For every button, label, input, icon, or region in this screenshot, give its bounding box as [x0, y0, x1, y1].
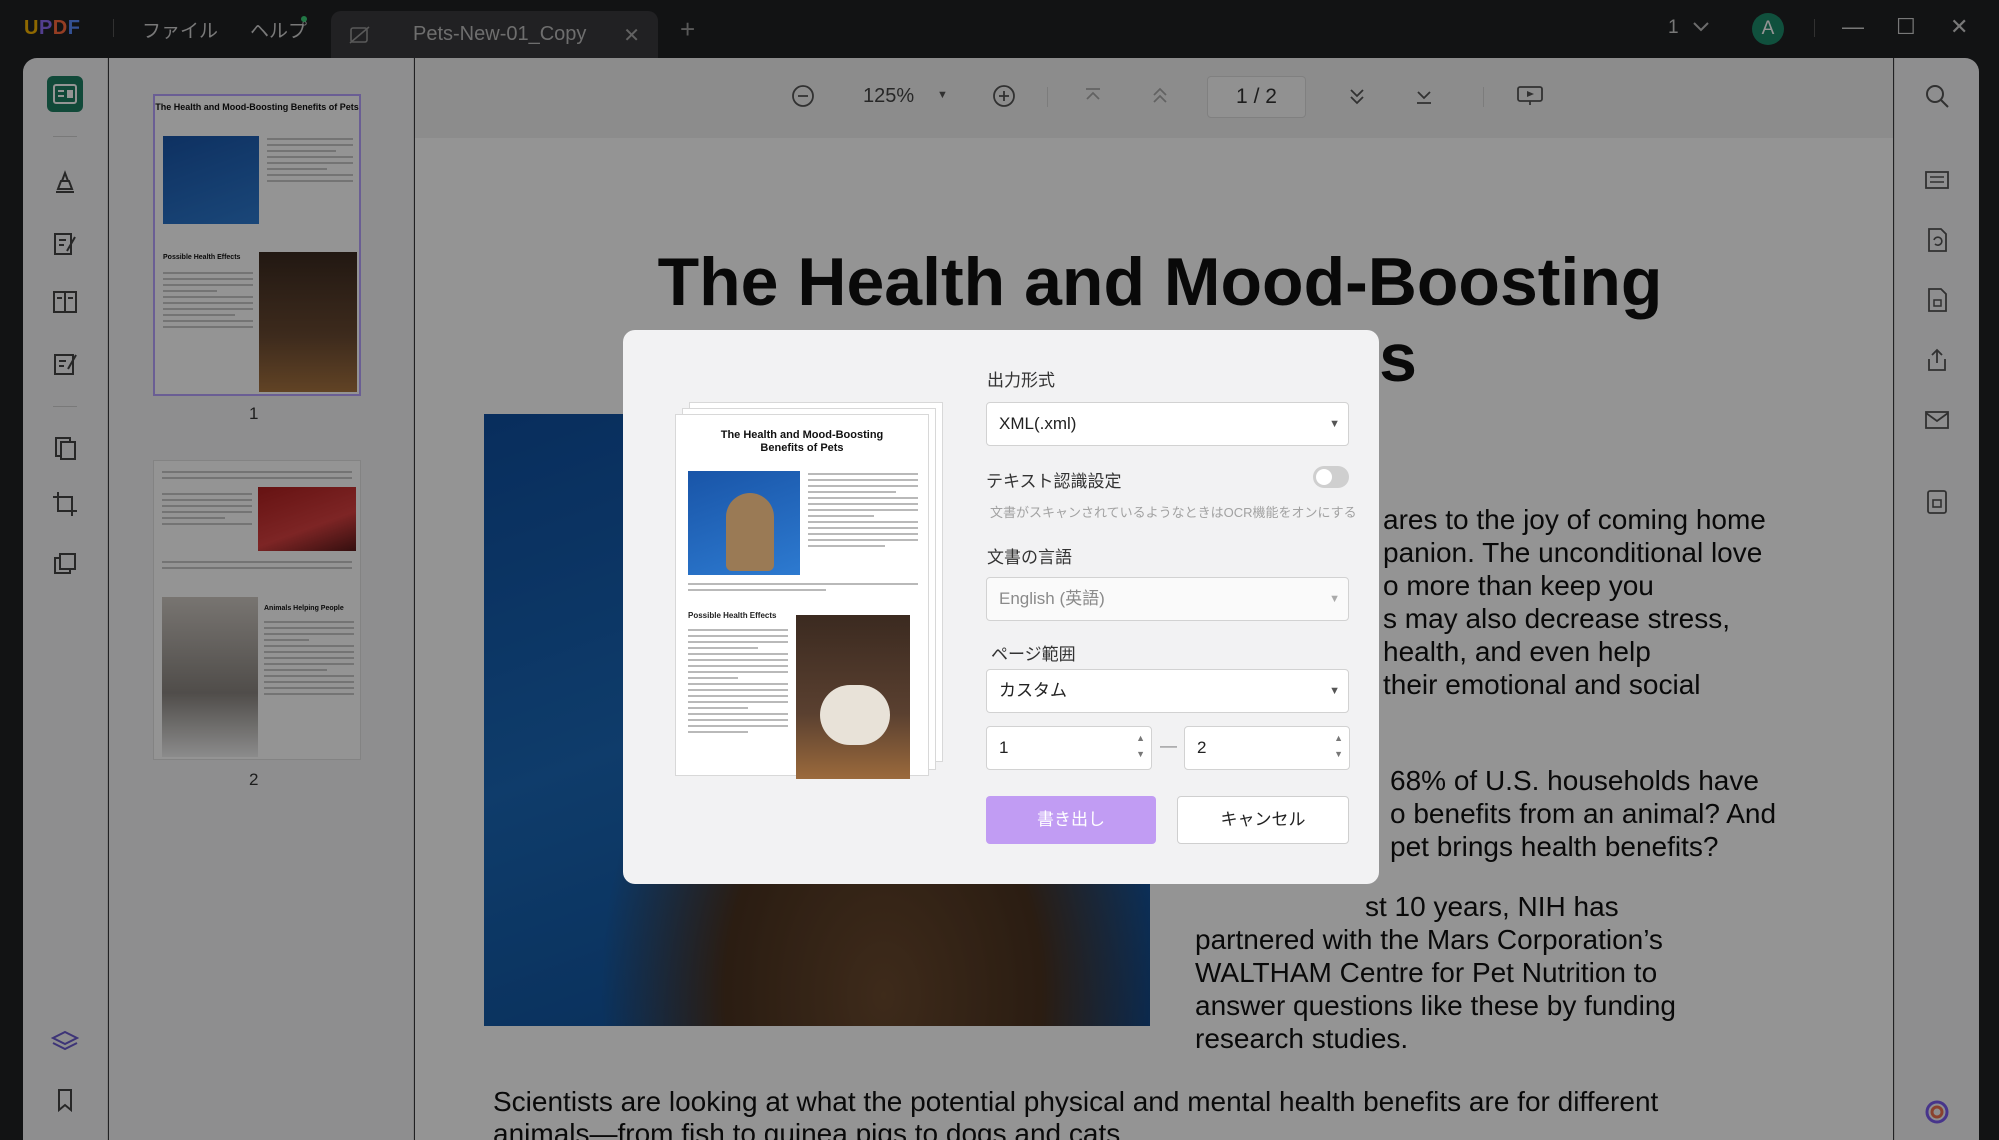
ocr-label: テキスト認識設定 [986, 472, 1122, 491]
output-format-label: 出力形式 [987, 371, 1055, 390]
range-from-input[interactable]: 1 ▲ ▼ [986, 726, 1152, 770]
page-range-select[interactable]: カスタム ▼ [986, 669, 1349, 713]
language-label: 文書の言語 [987, 548, 1072, 567]
spin-down-icon[interactable]: ▼ [1334, 749, 1343, 759]
preview-title: The Health and Mood-Boosting Benefits of … [720, 429, 884, 454]
document-preview: The Health and Mood-Boosting Benefits of … [675, 402, 943, 779]
range-from-value: 1 [999, 738, 1009, 757]
spin-up-icon[interactable]: ▲ [1136, 733, 1145, 743]
language-select: English (英語) ▼ [986, 577, 1349, 621]
range-separator: — [1160, 736, 1177, 755]
preview-cat-image [688, 471, 800, 575]
export-dialog: The Health and Mood-Boosting Benefits of … [623, 330, 1379, 884]
chevron-down-icon: ▼ [1329, 418, 1340, 430]
spin-up-icon[interactable]: ▲ [1334, 733, 1343, 743]
preview-text [688, 629, 788, 737]
preview-section-heading: Possible Health Effects [688, 611, 777, 620]
ocr-hint: 文書がスキャンされているようなときはOCR機能をオンにする [990, 505, 1357, 520]
language-value: English (英語) [999, 589, 1105, 608]
range-to-input[interactable]: 2 ▲ ▼ [1184, 726, 1350, 770]
page-range-value: カスタム [999, 681, 1067, 700]
range-to-value: 2 [1197, 738, 1207, 757]
preview-text [688, 583, 918, 595]
output-format-value: XML(.xml) [999, 414, 1077, 433]
preview-page: The Health and Mood-Boosting Benefits of … [675, 414, 929, 779]
page-range-label: ページ範囲 [991, 645, 1076, 664]
chevron-down-icon: ▼ [1329, 685, 1340, 697]
ocr-toggle[interactable] [1313, 466, 1349, 488]
export-button[interactable]: 書き出し [986, 796, 1156, 844]
cancel-button[interactable]: キャンセル [1177, 796, 1349, 844]
spin-down-icon[interactable]: ▼ [1136, 749, 1145, 759]
preview-dog-image [796, 615, 910, 779]
output-format-select[interactable]: XML(.xml) ▼ [986, 402, 1349, 446]
chevron-down-icon: ▼ [1329, 593, 1340, 605]
preview-text [808, 473, 918, 551]
